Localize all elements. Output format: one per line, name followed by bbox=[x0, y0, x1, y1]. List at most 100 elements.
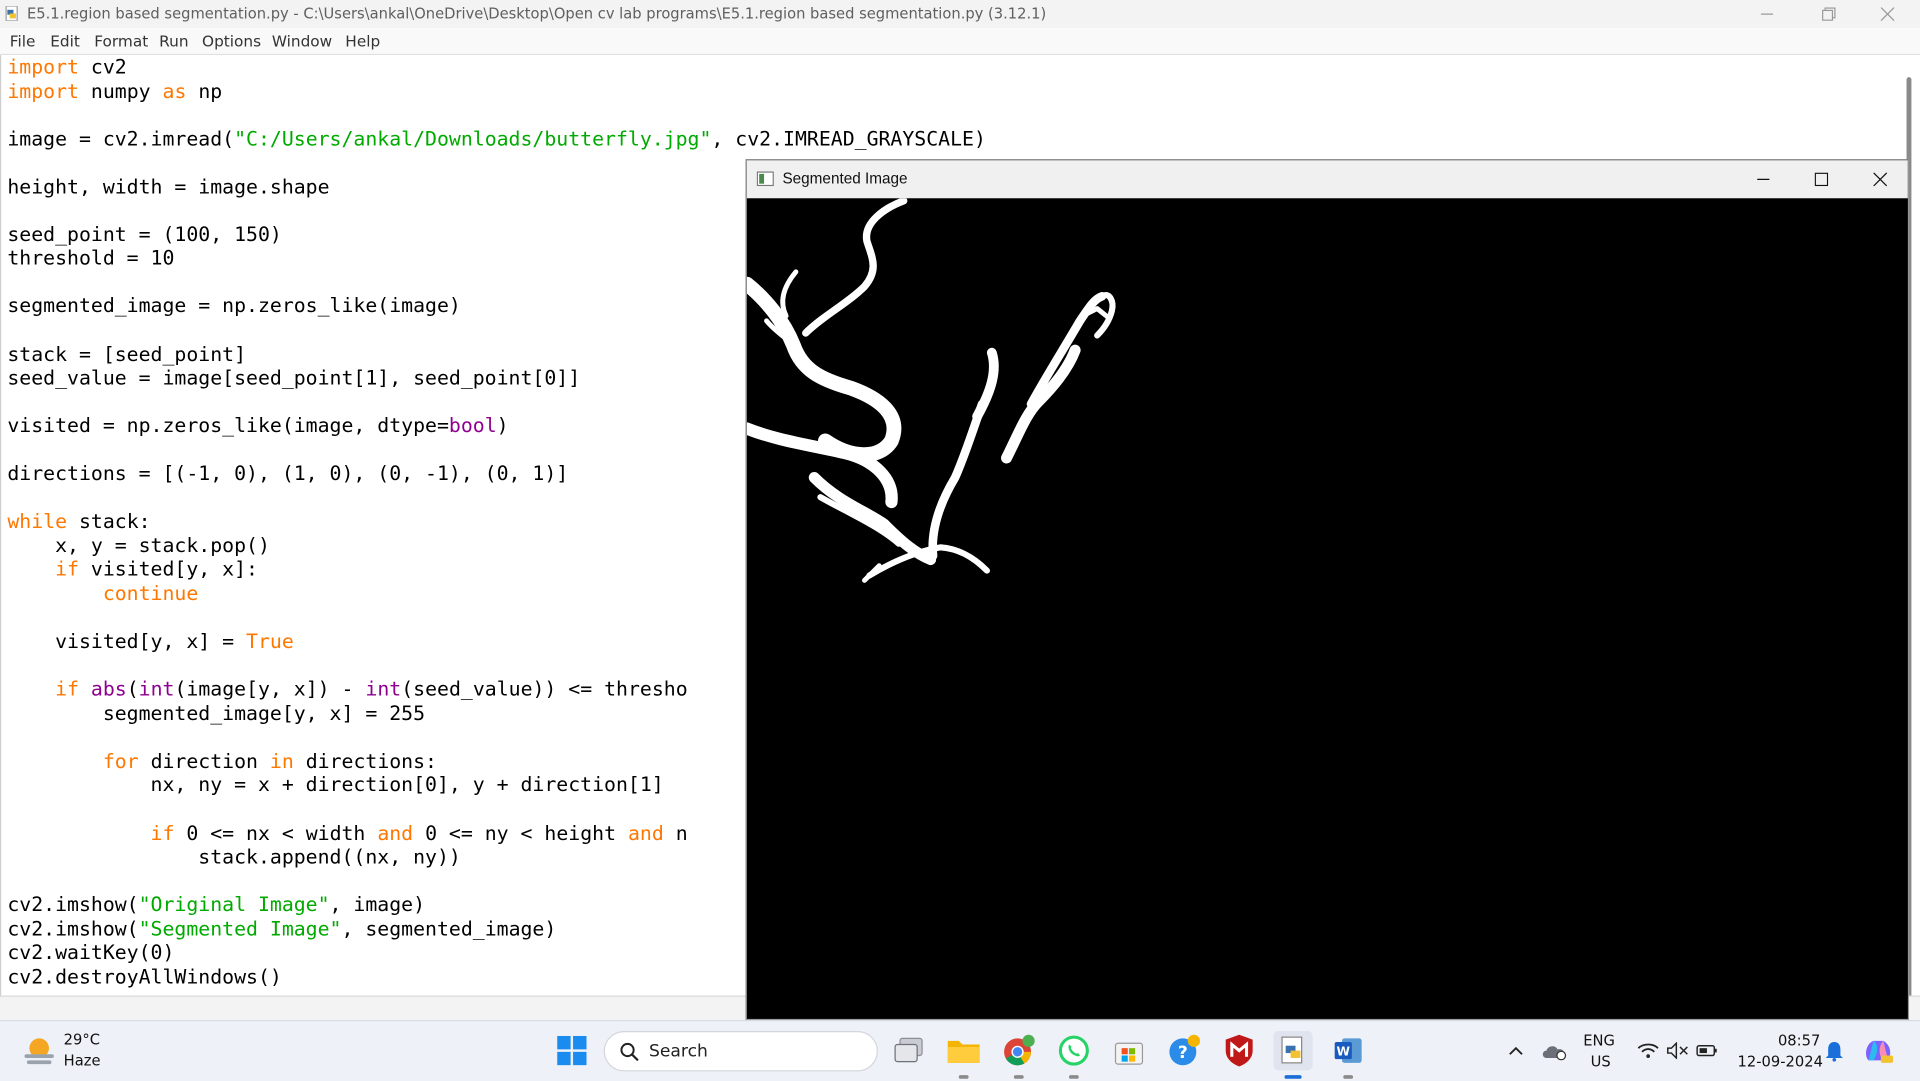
mcafee-button[interactable] bbox=[1220, 1031, 1259, 1070]
python-idle-button[interactable] bbox=[1273, 1031, 1313, 1071]
menu-format[interactable]: Format bbox=[94, 32, 148, 50]
python-file-icon bbox=[5, 6, 18, 21]
svg-text:W: W bbox=[1337, 1045, 1351, 1059]
code-token: while bbox=[7, 509, 68, 534]
menu-window[interactable]: Window bbox=[272, 32, 332, 50]
code-line[interactable]: stack = [seed_point] bbox=[7, 342, 246, 365]
code-token: n bbox=[663, 821, 688, 845]
code-line[interactable]: height, width = image.shape bbox=[7, 175, 329, 198]
code-token: int bbox=[138, 677, 175, 701]
maximize-icon bbox=[1814, 172, 1828, 187]
get-help-button[interactable]: ? bbox=[1164, 1031, 1203, 1070]
code-token: np bbox=[186, 79, 223, 103]
weather-condition: Haze bbox=[63, 1051, 101, 1069]
language-indicator-top[interactable]: ENG bbox=[1583, 1032, 1615, 1049]
code-token: "Original Image" bbox=[138, 892, 330, 917]
code-token: if bbox=[150, 821, 175, 845]
code-token: nx, ny = x + direction[0], y + direction… bbox=[7, 773, 664, 797]
code-line[interactable]: import cv2 bbox=[7, 55, 126, 78]
code-token: 0 <= ny < height bbox=[413, 821, 628, 845]
search-icon bbox=[620, 1042, 639, 1062]
code-token: height, width = image.shape bbox=[7, 174, 330, 199]
code-line[interactable]: seed_value = image[seed_point[1], seed_p… bbox=[7, 366, 580, 389]
bell-icon bbox=[1825, 1042, 1843, 1062]
code-line[interactable]: cv2.imshow("Segmented Image", segmented_… bbox=[7, 917, 556, 940]
code-token: "C:/Users/ankal/Downloads/butterfly.jpg" bbox=[234, 126, 712, 151]
segmented-image-window: Segmented Image bbox=[739, 159, 1909, 1021]
restore-button[interactable] bbox=[1800, 0, 1856, 28]
code-token: ) bbox=[496, 414, 509, 438]
code-token: seed_point = (100, 150) bbox=[7, 222, 282, 246]
word-button[interactable]: W bbox=[1329, 1031, 1368, 1070]
code-token: visited = np.zeros_like(image, dtype= bbox=[7, 414, 449, 438]
code-line[interactable]: stack.append((nx, ny)) bbox=[7, 845, 461, 868]
code-line[interactable]: image = cv2.imread("C:/Users/ankal/Downl… bbox=[7, 127, 986, 150]
code-token: int bbox=[365, 677, 402, 701]
code-line[interactable]: cv2.imshow("Original Image", image) bbox=[7, 893, 425, 916]
code-line[interactable]: cv2.destroyAllWindows() bbox=[7, 965, 281, 988]
code-line[interactable]: cv2.waitKey(0) bbox=[7, 941, 174, 964]
code-line[interactable]: nx, ny = x + direction[0], y + direction… bbox=[7, 773, 664, 797]
close-button[interactable] bbox=[1859, 0, 1915, 28]
code-token: segmented_image[y, x] = 255 bbox=[7, 701, 426, 725]
language-indicator-bottom[interactable]: US bbox=[1591, 1053, 1611, 1070]
code-token: bool bbox=[448, 414, 497, 438]
code-line[interactable]: visited = np.zeros_like(image, dtype=boo… bbox=[7, 414, 508, 437]
seg-minimize-button[interactable] bbox=[1735, 160, 1791, 198]
menu-help[interactable]: Help bbox=[345, 32, 380, 50]
menu-run[interactable]: Run bbox=[159, 32, 188, 50]
code-token: , segmented_image) bbox=[341, 916, 557, 941]
image-window-icon bbox=[756, 171, 774, 187]
show-hidden-icons-button[interactable] bbox=[1496, 1031, 1535, 1070]
restore-icon bbox=[1821, 7, 1835, 21]
segmented-window-title-bar[interactable]: Segmented Image bbox=[746, 160, 1908, 199]
code-token: if bbox=[55, 677, 79, 701]
copilot-button[interactable] bbox=[1859, 1031, 1898, 1070]
taskbar-search-box[interactable]: Search bbox=[603, 1031, 878, 1072]
microsoft-store-button[interactable] bbox=[1109, 1031, 1148, 1070]
code-token: True bbox=[246, 629, 294, 653]
code-line[interactable]: segmented_image = np.zeros_like(image) bbox=[7, 294, 460, 317]
code-token: cv2.imshow( bbox=[7, 892, 139, 917]
code-line[interactable]: for direction in directions: bbox=[7, 749, 437, 772]
code-token: directions = [(-1, 0), (1, 0), (0, -1), … bbox=[7, 461, 569, 486]
code-line[interactable]: if visited[y, x]: bbox=[7, 558, 258, 581]
whatsapp-button[interactable] bbox=[1054, 1031, 1093, 1070]
code-line[interactable]: import numpy as np bbox=[7, 79, 222, 102]
chrome-icon bbox=[1004, 1034, 1035, 1066]
code-line[interactable]: continue bbox=[7, 582, 198, 605]
file-explorer-button[interactable] bbox=[944, 1031, 983, 1070]
code-line[interactable]: if 0 <= nx < width and 0 <= ny < height … bbox=[7, 821, 688, 845]
code-token: abs bbox=[90, 677, 127, 701]
code-line[interactable]: segmented_image[y, x] = 255 bbox=[7, 701, 425, 724]
seg-close-button[interactable] bbox=[1851, 160, 1907, 198]
code-line[interactable]: x, y = stack.pop() bbox=[7, 534, 270, 557]
segmented-window-title: Segmented Image bbox=[782, 170, 908, 188]
menu-file[interactable]: File bbox=[10, 32, 36, 50]
clock-date[interactable]: 12-09-2024 bbox=[1738, 1053, 1823, 1070]
notifications-button[interactable] bbox=[1815, 1031, 1854, 1070]
code-token: in bbox=[269, 749, 294, 773]
menu-edit[interactable]: Edit bbox=[50, 32, 80, 50]
store-icon bbox=[1114, 1042, 1144, 1065]
menu-options[interactable]: Options bbox=[202, 32, 261, 50]
code-line[interactable]: directions = [(-1, 0), (1, 0), (0, -1), … bbox=[7, 462, 568, 485]
chrome-button[interactable] bbox=[999, 1031, 1038, 1070]
window-title: E5.1.region based segmentation.py - C:\U… bbox=[26, 4, 1047, 23]
code-line[interactable]: while stack: bbox=[7, 510, 150, 533]
seg-maximize-button[interactable] bbox=[1793, 160, 1849, 198]
code-line[interactable]: threshold = 10 bbox=[7, 247, 174, 270]
task-view-button[interactable] bbox=[889, 1031, 928, 1070]
minimize-button[interactable] bbox=[1739, 0, 1795, 28]
segmented-image-canvas[interactable] bbox=[739, 197, 1908, 1019]
code-line[interactable]: if abs(int(image[y, x]) - int(seed_value… bbox=[7, 677, 688, 701]
title-bar[interactable]: E5.1.region based segmentation.py - C:\U… bbox=[0, 0, 1920, 29]
start-button[interactable] bbox=[552, 1031, 591, 1070]
code-token: direction bbox=[138, 749, 270, 773]
onedrive-button[interactable] bbox=[1534, 1031, 1573, 1070]
code-token: (image[y, x]) - bbox=[174, 677, 366, 701]
code-line[interactable]: visited[y, x] = True bbox=[7, 629, 294, 653]
code-line[interactable]: seed_point = (100, 150) bbox=[7, 223, 281, 246]
battery-button[interactable] bbox=[1687, 1031, 1726, 1070]
